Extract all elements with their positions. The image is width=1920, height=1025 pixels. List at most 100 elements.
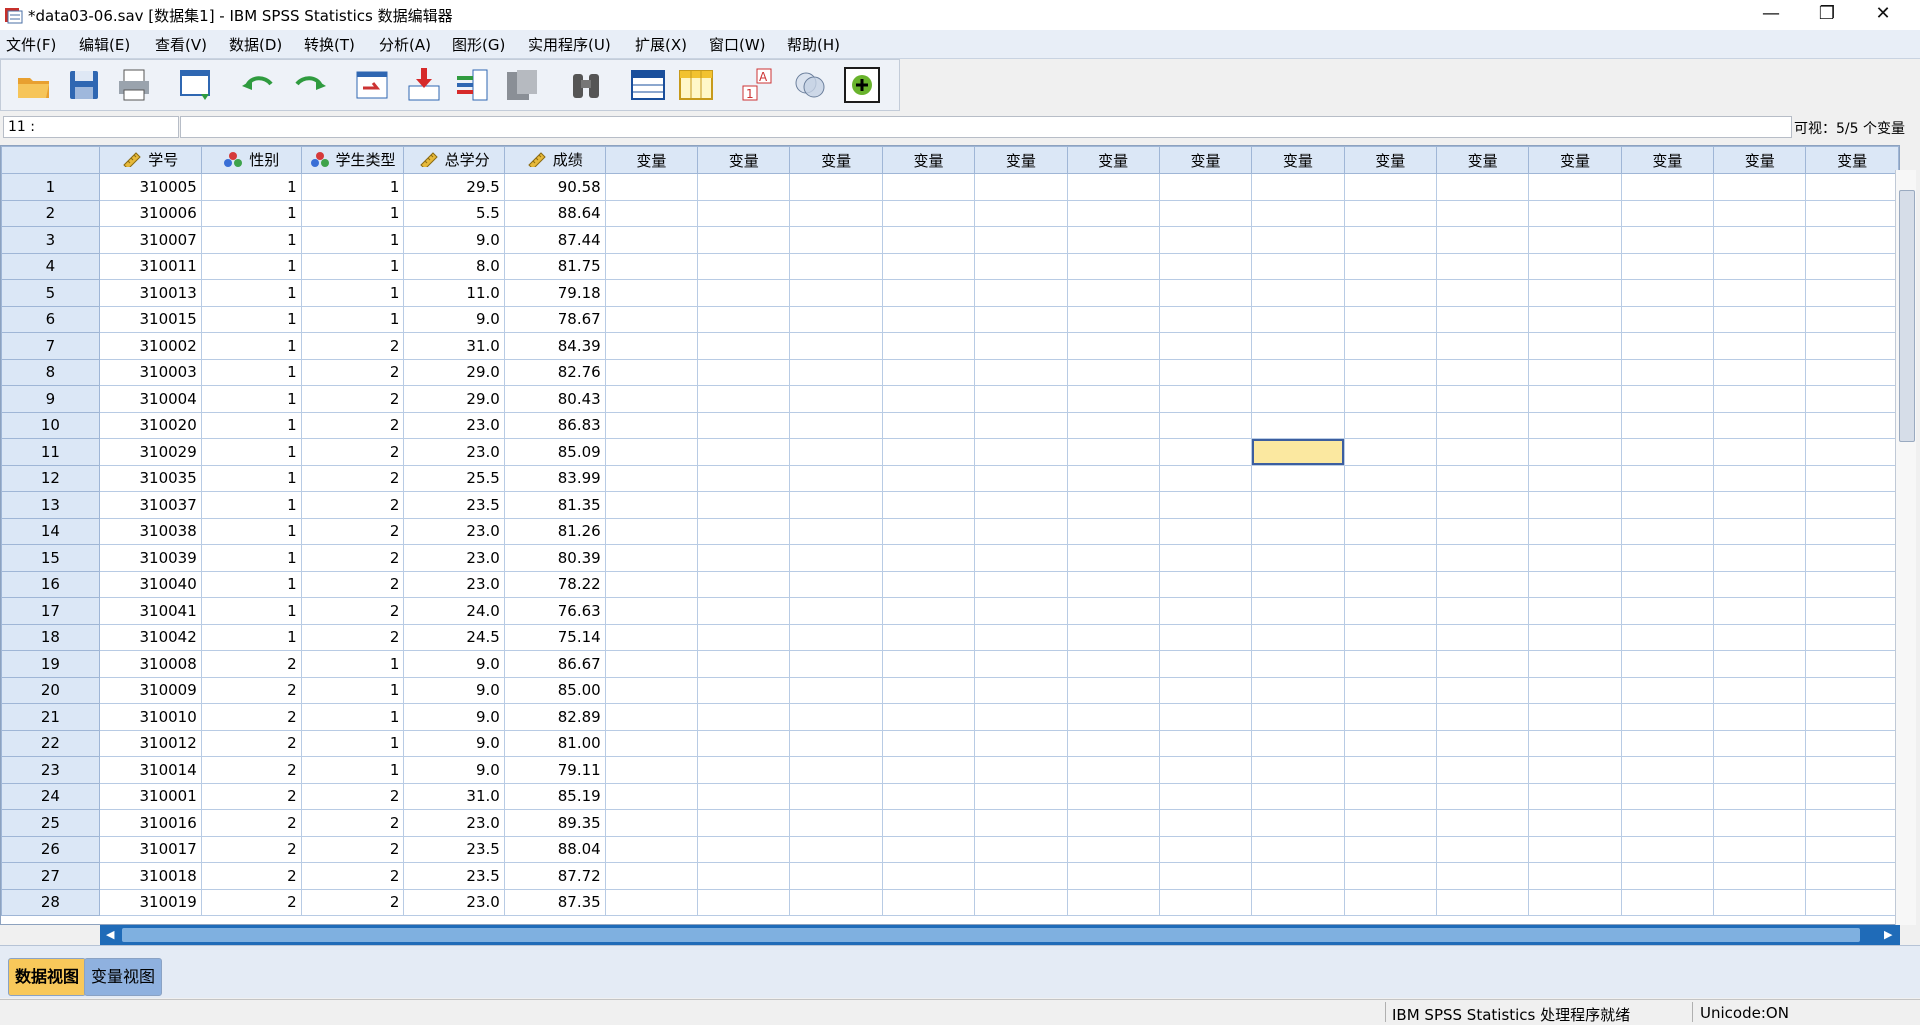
empty-variable-header[interactable]: 变量 — [1251, 146, 1345, 174]
data-cell[interactable]: 23.0 — [403, 517, 505, 545]
empty-cell[interactable] — [1805, 464, 1899, 492]
row-number[interactable]: 7 — [1, 332, 100, 360]
empty-cell[interactable] — [604, 888, 699, 916]
empty-cell[interactable] — [1805, 597, 1899, 625]
data-cell[interactable]: 82.76 — [503, 358, 606, 386]
data-cell[interactable]: 89.35 — [503, 809, 606, 837]
empty-cell[interactable] — [1620, 411, 1715, 439]
empty-cell[interactable] — [697, 279, 791, 307]
data-cell[interactable]: 310042 — [98, 623, 202, 651]
empty-cell[interactable] — [789, 305, 883, 333]
empty-cell[interactable] — [604, 835, 699, 863]
empty-cell[interactable] — [1713, 385, 1807, 413]
column-header[interactable]: 学号 — [98, 146, 202, 174]
empty-cell[interactable] — [789, 358, 883, 386]
empty-cell[interactable] — [1343, 650, 1437, 678]
empty-cell[interactable] — [697, 332, 791, 360]
empty-cell[interactable] — [604, 305, 699, 333]
empty-cell[interactable] — [1251, 252, 1345, 280]
empty-cell[interactable] — [1343, 438, 1437, 466]
data-cell[interactable]: 23.0 — [403, 570, 505, 598]
empty-cell[interactable] — [1435, 199, 1530, 227]
empty-cell[interactable] — [1435, 491, 1530, 519]
redo-icon[interactable] — [291, 66, 329, 104]
empty-cell[interactable] — [881, 385, 976, 413]
empty-cell[interactable] — [789, 888, 883, 916]
empty-cell[interactable] — [881, 305, 976, 333]
empty-cell[interactable] — [1251, 226, 1345, 254]
empty-cell[interactable] — [789, 835, 883, 863]
data-cell[interactable]: 310006 — [98, 199, 202, 227]
data-cell[interactable]: 9.0 — [403, 676, 505, 704]
data-cell[interactable]: 2 — [200, 676, 302, 704]
empty-cell[interactable] — [1066, 676, 1160, 704]
data-cell[interactable]: 23.5 — [403, 835, 505, 863]
empty-cell[interactable] — [974, 199, 1068, 227]
empty-cell[interactable] — [1713, 517, 1807, 545]
data-cell[interactable]: 2 — [300, 438, 405, 466]
empty-cell[interactable] — [789, 544, 883, 572]
data-cell[interactable]: 2 — [300, 544, 405, 572]
empty-cell[interactable] — [881, 544, 976, 572]
empty-cell[interactable] — [1158, 199, 1253, 227]
empty-cell[interactable] — [1713, 305, 1807, 333]
empty-cell[interactable] — [697, 756, 791, 784]
menu-analyze[interactable]: 分析(A) — [379, 34, 431, 55]
data-cell[interactable]: 5.5 — [403, 199, 505, 227]
empty-cell[interactable] — [697, 623, 791, 651]
empty-cell[interactable] — [1620, 332, 1715, 360]
empty-cell[interactable] — [604, 862, 699, 890]
empty-cell[interactable] — [1528, 385, 1622, 413]
empty-cell[interactable] — [697, 729, 791, 757]
empty-cell[interactable] — [1528, 544, 1622, 572]
empty-cell[interactable] — [697, 650, 791, 678]
empty-cell[interactable] — [881, 517, 976, 545]
data-cell[interactable]: 1 — [300, 279, 405, 307]
empty-cell[interactable] — [1805, 703, 1899, 731]
empty-cell[interactable] — [1158, 226, 1253, 254]
empty-cell[interactable] — [604, 385, 699, 413]
empty-cell[interactable] — [789, 173, 883, 201]
empty-cell[interactable] — [604, 279, 699, 307]
menu-utilities[interactable]: 实用程序(U) — [528, 34, 611, 55]
empty-cell[interactable] — [1251, 650, 1345, 678]
data-cell[interactable]: 1 — [200, 199, 302, 227]
empty-cell[interactable] — [1620, 385, 1715, 413]
empty-cell[interactable] — [604, 570, 699, 598]
empty-cell[interactable] — [789, 226, 883, 254]
data-cell[interactable]: 2 — [300, 570, 405, 598]
data-cell[interactable]: 2 — [200, 809, 302, 837]
empty-cell[interactable] — [1528, 703, 1622, 731]
data-cell[interactable]: 310010 — [98, 703, 202, 731]
menu-file[interactable]: 文件(F) — [6, 34, 56, 55]
empty-cell[interactable] — [604, 782, 699, 810]
row-number[interactable]: 21 — [1, 703, 100, 731]
empty-cell[interactable] — [1620, 358, 1715, 386]
empty-cell[interactable] — [1343, 464, 1437, 492]
empty-cell[interactable] — [1713, 597, 1807, 625]
empty-cell[interactable] — [1620, 491, 1715, 519]
empty-cell[interactable] — [1343, 544, 1437, 572]
empty-cell[interactable] — [1713, 491, 1807, 519]
empty-cell[interactable] — [1528, 888, 1622, 916]
empty-cell[interactable] — [1158, 782, 1253, 810]
empty-cell[interactable] — [789, 517, 883, 545]
data-cell[interactable]: 86.83 — [503, 411, 606, 439]
empty-cell[interactable] — [604, 411, 699, 439]
empty-cell[interactable] — [1343, 570, 1437, 598]
data-cell[interactable]: 9.0 — [403, 305, 505, 333]
empty-cell[interactable] — [604, 438, 699, 466]
data-cell[interactable]: 85.19 — [503, 782, 606, 810]
empty-cell[interactable] — [1251, 835, 1345, 863]
empty-cell[interactable] — [697, 464, 791, 492]
open-icon[interactable] — [15, 66, 53, 104]
empty-cell[interactable] — [1435, 252, 1530, 280]
empty-cell[interactable] — [1066, 597, 1160, 625]
empty-cell[interactable] — [1620, 544, 1715, 572]
empty-cell[interactable] — [1528, 597, 1622, 625]
empty-cell[interactable] — [1435, 305, 1530, 333]
empty-cell[interactable] — [1620, 809, 1715, 837]
empty-cell[interactable] — [789, 385, 883, 413]
data-cell[interactable]: 310016 — [98, 809, 202, 837]
empty-cell[interactable] — [1066, 517, 1160, 545]
